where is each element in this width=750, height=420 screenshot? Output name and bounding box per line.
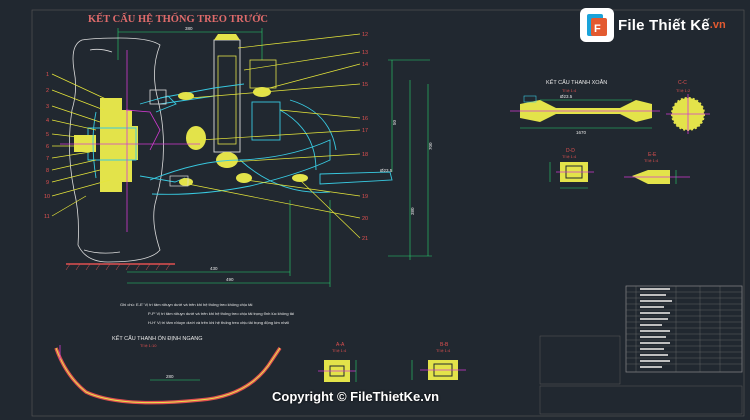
note-line-2: P-P' Vị trí tâm rôtuyn dưới và trên khi …	[148, 311, 294, 316]
section-cc-scale: Tỉ lệ 1:2	[676, 88, 691, 93]
dim-height-c: 380	[410, 207, 415, 215]
callout-5: 5	[46, 132, 49, 138]
callout-12: 12	[362, 32, 368, 38]
callout-7: 7	[46, 156, 49, 162]
section-bb-detail: B-B Tỉ lệ 1:4	[411, 342, 466, 380]
callout-18: 18	[362, 152, 368, 158]
logo-icon: F	[580, 8, 614, 42]
notes-block: Ghi chú: E-E' Vị trí tâm rôtuyn dưới và …	[120, 302, 294, 325]
note-line-3: H-H' Vị trí tâm rôtuyn dưới và trên khi …	[148, 320, 290, 325]
callout-6: 6	[46, 144, 49, 150]
site-logo[interactable]: F File Thiết Kế .vn	[580, 8, 726, 42]
logo-domain: .vn	[709, 19, 726, 31]
section-dd-scale: Tỉ lệ 1:4	[562, 154, 577, 159]
section-aa-scale: Tỉ lệ 1:4	[332, 348, 347, 353]
callout-15: 15	[362, 82, 368, 88]
svg-text:F: F	[594, 23, 601, 35]
logo-text: File Thiết Kế	[618, 16, 710, 34]
section-dd-detail: D-D Tỉ lệ 1:4	[549, 148, 594, 189]
torsion-title: KẾT CẤU THANH XOẮN	[546, 78, 607, 86]
callout-8: 8	[46, 168, 49, 174]
callout-1: 1	[46, 72, 49, 78]
callout-3: 3	[46, 104, 49, 110]
callout-14: 14	[362, 62, 368, 68]
dim-bar-diameter: Ø23.5	[560, 94, 573, 99]
callout-10: 10	[44, 194, 50, 200]
dim-torsion-dia: Ø23.5	[380, 168, 393, 173]
torsion-bar-detail: KẾT CẤU THANH XOẮN Tỉ lệ 1:4 1670 Ø23.5 …	[510, 78, 710, 135]
stabilizer-title: KẾT CẤU THANH ỔN ĐỊNH NGANG	[112, 335, 203, 342]
main-title: KẾT CẤU HỆ THỐNG TREO TRƯỚC	[88, 12, 268, 25]
callout-2: 2	[46, 88, 49, 94]
dim-top-width: 380	[185, 26, 193, 31]
title-block	[539, 285, 743, 415]
section-aa-detail: A-A Tỉ lệ 1:4	[318, 342, 357, 382]
callout-4: 4	[46, 118, 49, 124]
dim-bottom-inner: 430	[210, 266, 218, 271]
callout-17: 17	[362, 128, 368, 134]
callout-9: 9	[46, 180, 49, 186]
callout-13: 13	[362, 50, 368, 56]
section-ee-detail: E-E Tỉ lệ 1:4	[624, 152, 690, 184]
callout-19: 19	[362, 194, 368, 200]
section-cc-label: C-C	[678, 80, 687, 86]
section-ee-scale: Tỉ lệ 1:4	[644, 158, 659, 163]
dim-height-a: 50	[392, 119, 397, 125]
main-assembly: 380 50 380 700 Ø23.5 430 490 1 2 3 4 5 6…	[44, 26, 433, 287]
dim-stab-width: 280	[166, 374, 174, 379]
copyright-watermark: Copyright © FileThietKe.vn	[272, 389, 440, 404]
stabilizer-bar-detail: KẾT CẤU THANH ỔN ĐỊNH NGANG Tỉ lệ 1:10 2…	[54, 335, 282, 405]
stabilizer-scale: Tỉ lệ 1:10	[140, 343, 157, 348]
section-bb-scale: Tỉ lệ 1:4	[436, 348, 451, 353]
note-line-1: Ghi chú: E-E' Vị trí tâm rôtuyn dưới và …	[120, 302, 252, 307]
dim-bottom-outer: 490	[226, 277, 234, 282]
callout-20: 20	[362, 216, 368, 222]
torsion-scale: Tỉ lệ 1:4	[562, 88, 577, 93]
callout-11: 11	[44, 214, 50, 220]
dim-height-b: 700	[428, 142, 433, 150]
cad-drawing-canvas: KẾT CẤU HỆ THỐNG TREO TRƯỚC 380 50 380 7…	[31, 9, 745, 417]
callout-16: 16	[362, 116, 368, 122]
callout-21: 21	[362, 236, 368, 242]
dim-bar-length: 1670	[576, 130, 587, 135]
